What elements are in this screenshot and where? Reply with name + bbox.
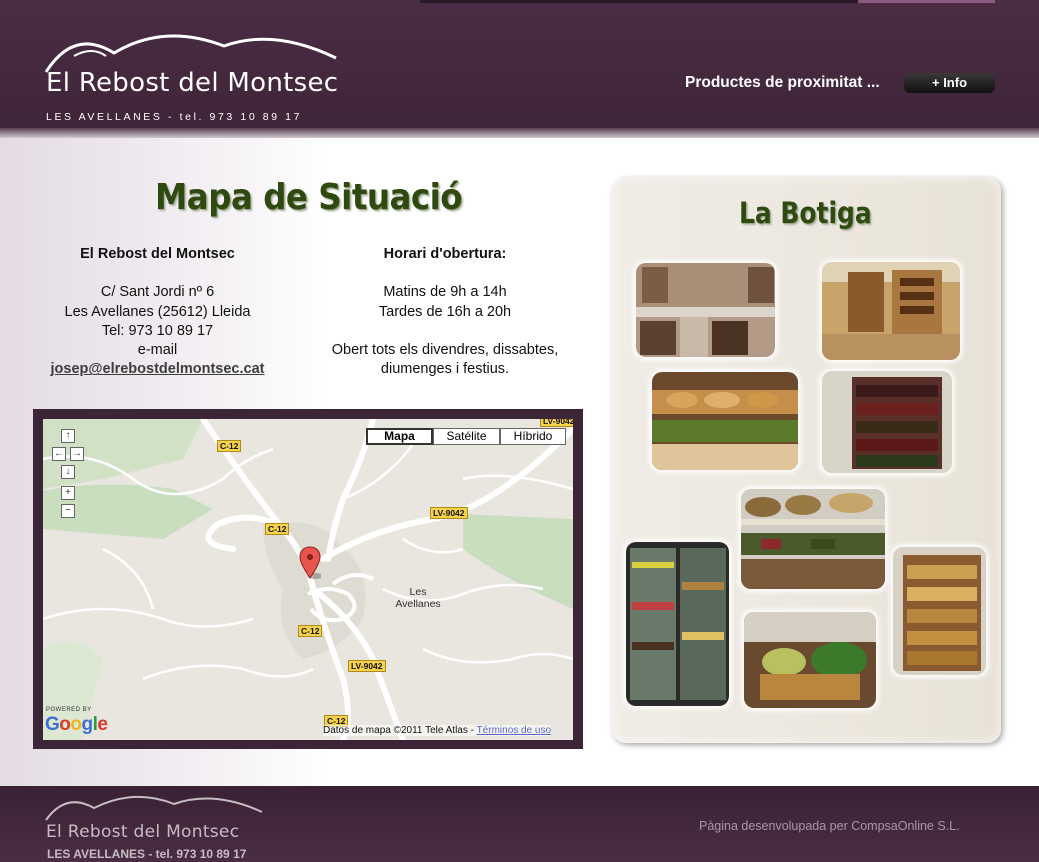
location-map[interactable]: ↑ ← → ↓ + − Mapa Satélite Híbrido C-12 C… — [43, 419, 573, 740]
photo-bread-shelf[interactable] — [652, 372, 798, 470]
photo-jars-shelf[interactable] — [893, 547, 986, 675]
road-label: LV-9042 — [348, 660, 386, 672]
header-shadow — [0, 128, 1039, 138]
hours-line: Tardes de 16h a 20h — [378, 303, 512, 320]
shop-title: La Botiga — [739, 196, 872, 230]
logo[interactable]: El Rebost del Montsec LES AVELLANES - te… — [44, 28, 344, 128]
pan-left-icon[interactable]: ← — [52, 447, 66, 461]
terms-link[interactable]: Términos de uso — [477, 725, 551, 736]
pan-up-icon[interactable]: ↑ — [61, 429, 75, 443]
header: El Rebost del Montsec LES AVELLANES - te… — [0, 0, 1039, 138]
hours-heading: Horari d'obertura: — [383, 246, 507, 262]
photo-vegetables[interactable] — [744, 612, 876, 708]
photo-wine-shelf[interactable] — [822, 371, 952, 473]
phone-line: Tel: 973 10 89 17 — [101, 322, 214, 339]
email-link[interactable]: josep@elrebostdelmontsec.cat — [51, 361, 265, 377]
map-marker-icon[interactable] — [299, 546, 321, 580]
map-type-hibrido[interactable]: Híbrido — [500, 428, 566, 445]
road-label: C-12 — [265, 523, 290, 535]
map-section-title: Mapa de Situació — [155, 177, 463, 218]
hours-line: Matins de 9h a 14h — [383, 284, 507, 301]
powered-by: POWERED BY — [46, 707, 92, 713]
google-logo[interactable]: Google — [45, 714, 108, 736]
top-strip-accent — [858, 0, 995, 3]
logo-arches-icon — [44, 34, 337, 73]
town-label: Les Avellanes — [395, 586, 441, 610]
info-button[interactable]: + Info — [904, 73, 995, 93]
footer-logo-name: El Rebost del Montsec — [46, 822, 240, 842]
zoom-in-icon[interactable]: + — [61, 486, 75, 500]
hours-line: diumenges i festius. — [380, 361, 510, 378]
pan-right-icon[interactable]: → — [70, 447, 84, 461]
address-block: El Rebost del Montsec C/ Sant Jordi nº 6… — [30, 245, 285, 380]
road-label: C-12 — [298, 625, 323, 637]
photo-storefront[interactable] — [636, 263, 775, 357]
address-line: C/ Sant Jordi nº 6 — [100, 284, 215, 301]
pan-down-icon[interactable]: ↓ — [61, 465, 75, 479]
email-label: e-mail — [137, 342, 178, 359]
photo-fridge[interactable] — [626, 542, 729, 706]
address-line: Les Avellanes (25612) Lleida — [64, 303, 251, 320]
photo-produce-baskets[interactable] — [741, 489, 885, 589]
map-attribution: Datos de mapa ©2011 Tele Atlas - Término… — [323, 725, 552, 736]
opening-hours: Horari d'obertura: Matins de 9h a 14h Ta… — [318, 245, 572, 379]
photo-shop-interior[interactable] — [822, 262, 960, 360]
map-type-satelite[interactable]: Satélite — [433, 428, 500, 445]
map-type-mapa[interactable]: Mapa — [366, 428, 433, 445]
address-heading: El Rebost del Montsec — [80, 246, 235, 262]
hours-line: Obert tots els divendres, dissabtes, — [331, 341, 559, 358]
logo-subtitle: LES AVELLANES - tel. 973 10 89 17 — [46, 111, 303, 123]
logo-name: El Rebost del Montsec — [46, 68, 339, 98]
email-line: e-mail josep@elrebostdelmontsec.cat — [30, 341, 285, 380]
zoom-out-icon[interactable]: − — [61, 504, 75, 518]
footer-credit[interactable]: Pàgina desenvolupada per CompsaOnline S.… — [699, 819, 960, 833]
footer-logo-arches-icon — [45, 795, 263, 821]
road-label: C-12 — [217, 440, 242, 452]
road-label: LV-9042 — [540, 419, 573, 427]
top-strip — [420, 0, 858, 3]
road-label: LV-9042 — [430, 507, 468, 519]
tagline: Productes de proximitat ... — [685, 74, 880, 91]
footer-logo-subtitle: LES AVELLANES - tel. 973 10 89 17 — [47, 847, 247, 861]
